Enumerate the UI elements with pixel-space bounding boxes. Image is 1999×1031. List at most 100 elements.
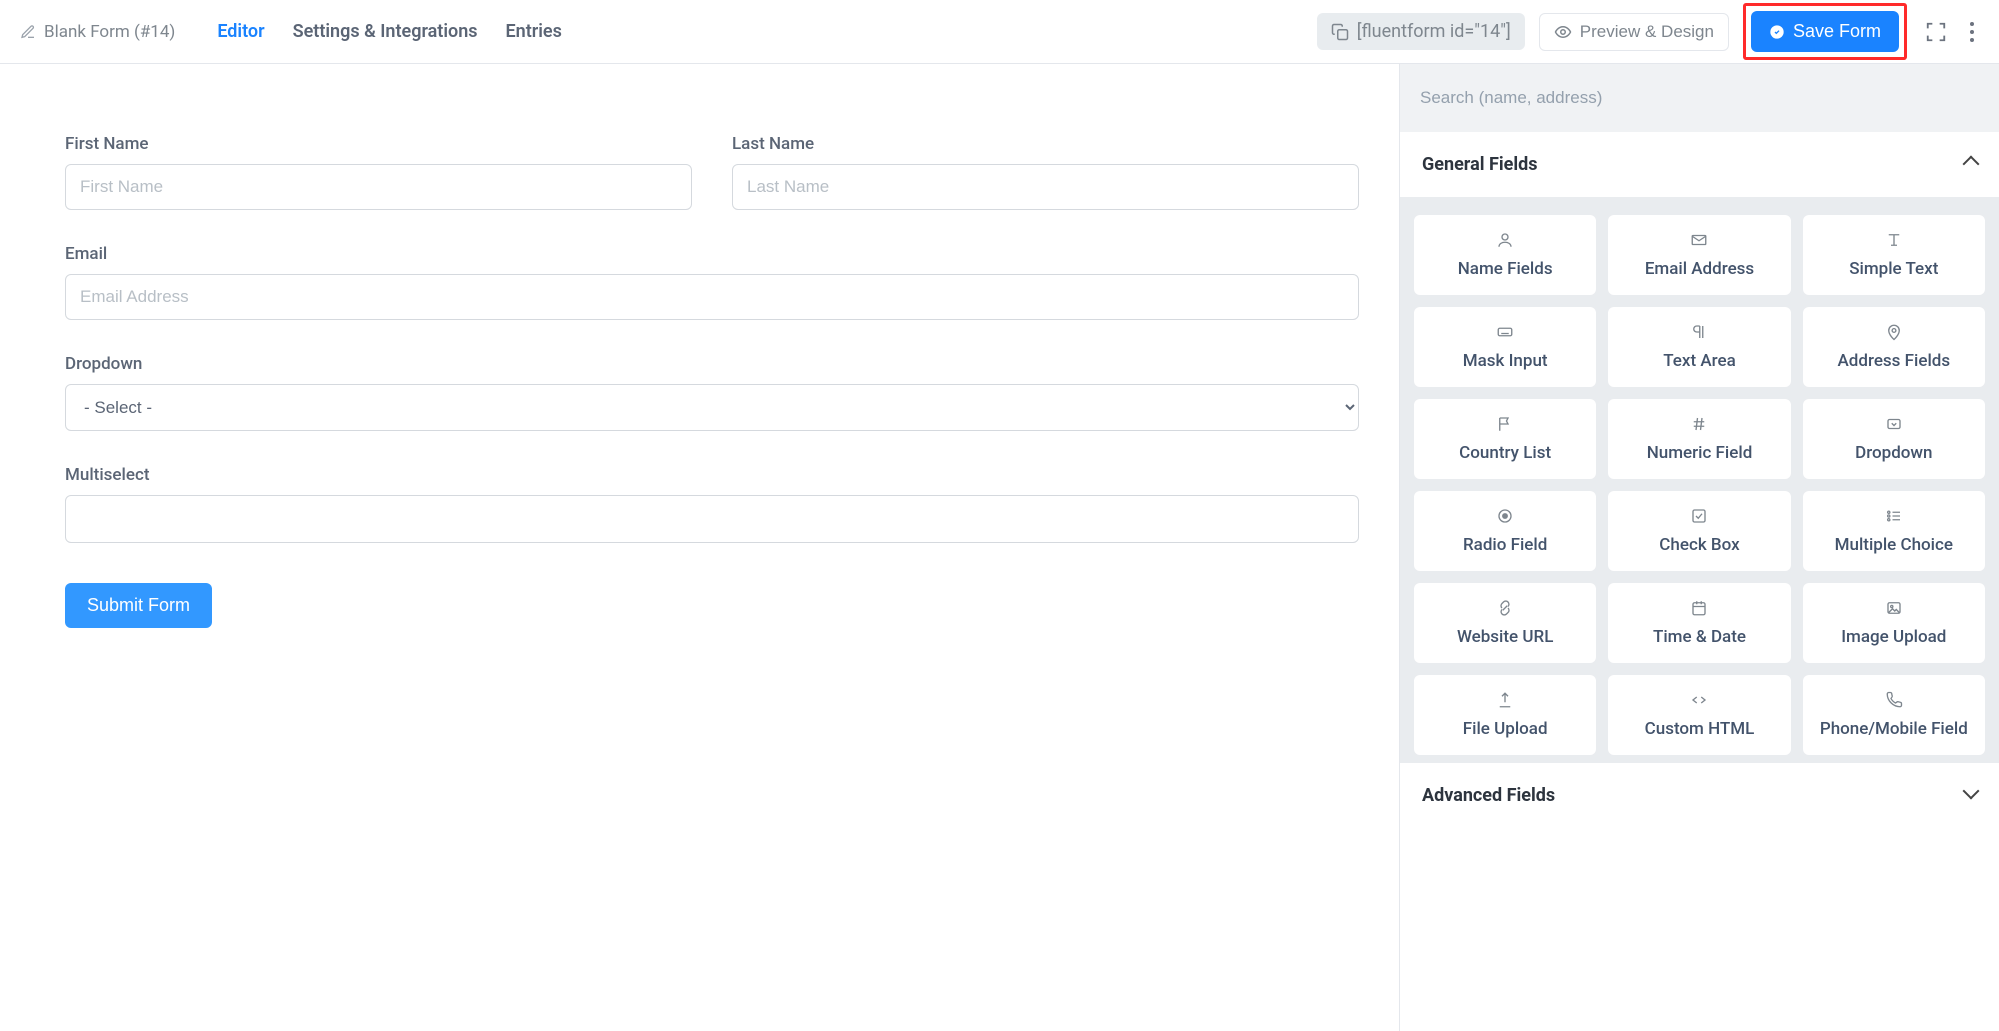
multiselect-input[interactable] bbox=[65, 495, 1359, 543]
name-row: First Name Last Name bbox=[65, 134, 1359, 210]
field-card-label: Phone/Mobile Field bbox=[1820, 719, 1968, 739]
flag-icon bbox=[1495, 415, 1515, 433]
last-name-input[interactable] bbox=[732, 164, 1359, 210]
multiselect-group: Multiselect bbox=[65, 465, 1359, 543]
field-card-time-date[interactable]: Time & Date bbox=[1608, 583, 1790, 663]
last-name-group: Last Name bbox=[732, 134, 1359, 210]
field-card-mask-input[interactable]: Mask Input bbox=[1414, 307, 1596, 387]
field-card-custom-html[interactable]: Custom HTML bbox=[1608, 675, 1790, 755]
hash-icon bbox=[1689, 415, 1709, 433]
save-form-button[interactable]: Save Form bbox=[1751, 11, 1899, 52]
advanced-fields-title: Advanced Fields bbox=[1422, 785, 1555, 806]
check-icon bbox=[1689, 507, 1709, 525]
field-card-label: Text Area bbox=[1663, 351, 1736, 371]
code-icon bbox=[1689, 691, 1709, 709]
email-label: Email bbox=[65, 244, 1359, 264]
submit-form-button[interactable]: Submit Form bbox=[65, 583, 212, 628]
field-card-label: Numeric Field bbox=[1647, 443, 1753, 463]
field-card-website-url[interactable]: Website URL bbox=[1414, 583, 1596, 663]
field-card-phone-mobile-field[interactable]: Phone/Mobile Field bbox=[1803, 675, 1985, 755]
field-card-name-fields[interactable]: Name Fields bbox=[1414, 215, 1596, 295]
field-card-label: Time & Date bbox=[1653, 627, 1746, 647]
field-card-label: Address Fields bbox=[1838, 351, 1951, 371]
fullscreen-button[interactable] bbox=[1921, 17, 1951, 47]
field-card-label: Dropdown bbox=[1855, 443, 1932, 463]
field-card-label: Image Upload bbox=[1841, 627, 1946, 647]
field-card-email-address[interactable]: Email Address bbox=[1608, 215, 1790, 295]
field-card-multiple-choice[interactable]: Multiple Choice bbox=[1803, 491, 1985, 571]
field-card-label: Radio Field bbox=[1463, 535, 1547, 555]
shortcode-box[interactable]: [fluentform id="14"] bbox=[1317, 13, 1525, 50]
email-input[interactable] bbox=[65, 274, 1359, 320]
save-label: Save Form bbox=[1793, 21, 1881, 42]
field-card-check-box[interactable]: Check Box bbox=[1608, 491, 1790, 571]
save-button-highlight: Save Form bbox=[1743, 3, 1907, 60]
field-card-radio-field[interactable]: Radio Field bbox=[1414, 491, 1596, 571]
field-card-label: Email Address bbox=[1645, 259, 1754, 279]
email-group: Email bbox=[65, 244, 1359, 320]
chevron-up-icon bbox=[1965, 154, 1977, 175]
sidebar-search-input[interactable] bbox=[1420, 82, 1979, 114]
shortcode-text: [fluentform id="14"] bbox=[1357, 21, 1511, 42]
tab-settings[interactable]: Settings & Integrations bbox=[293, 21, 478, 42]
field-card-label: Country List bbox=[1459, 443, 1551, 463]
field-card-country-list[interactable]: Country List bbox=[1414, 399, 1596, 479]
eye-icon bbox=[1554, 23, 1572, 41]
keyboard-icon bbox=[1495, 323, 1515, 341]
map-pin-icon bbox=[1884, 323, 1904, 341]
general-fields-body: Name Fields Email Address Simple Text Mask … bbox=[1400, 197, 1999, 763]
link-icon bbox=[1495, 599, 1515, 617]
phone-icon bbox=[1884, 691, 1904, 709]
upload-icon bbox=[1495, 691, 1515, 709]
general-fields-title: General Fields bbox=[1422, 154, 1537, 175]
field-card-address-fields[interactable]: Address Fields bbox=[1803, 307, 1985, 387]
field-grid: Name Fields Email Address Simple Text Mask … bbox=[1414, 215, 1985, 755]
more-menu-button[interactable] bbox=[1965, 17, 1979, 47]
field-card-dropdown[interactable]: Dropdown bbox=[1803, 399, 1985, 479]
general-fields-header[interactable]: General Fields bbox=[1400, 132, 1999, 197]
first-name-group: First Name bbox=[65, 134, 692, 210]
pencil-icon bbox=[20, 24, 36, 40]
text-icon bbox=[1884, 231, 1904, 249]
field-card-image-upload[interactable]: Image Upload bbox=[1803, 583, 1985, 663]
tab-entries[interactable]: Entries bbox=[506, 21, 562, 42]
fields-sidebar: General Fields Name Fields Email Address S… bbox=[1399, 64, 1999, 1031]
field-card-simple-text[interactable]: Simple Text bbox=[1803, 215, 1985, 295]
chevron-down-icon bbox=[1965, 785, 1977, 806]
caret-box-icon bbox=[1884, 415, 1904, 433]
top-bar-left: Blank Form (#14) Editor Settings & Integ… bbox=[20, 21, 562, 42]
last-name-label: Last Name bbox=[732, 134, 1359, 154]
first-name-input[interactable] bbox=[65, 164, 692, 210]
tab-editor[interactable]: Editor bbox=[217, 21, 264, 42]
field-card-file-upload[interactable]: File Upload bbox=[1414, 675, 1596, 755]
top-bar-right: [fluentform id="14"] Preview & Design Sa… bbox=[1317, 3, 1979, 60]
field-card-numeric-field[interactable]: Numeric Field bbox=[1608, 399, 1790, 479]
header-tabs: Editor Settings & Integrations Entries bbox=[217, 21, 562, 42]
multiselect-label: Multiselect bbox=[65, 465, 1359, 485]
field-card-text-area[interactable]: Text Area bbox=[1608, 307, 1790, 387]
form-title-group[interactable]: Blank Form (#14) bbox=[20, 22, 175, 42]
first-name-label: First Name bbox=[65, 134, 692, 154]
image-icon bbox=[1884, 599, 1904, 617]
field-card-label: Check Box bbox=[1659, 535, 1739, 555]
copy-icon bbox=[1331, 23, 1349, 41]
radio-icon bbox=[1495, 507, 1515, 525]
field-card-label: Mask Input bbox=[1463, 351, 1548, 371]
user-icon bbox=[1495, 231, 1515, 249]
main-area: First Name Last Name Email Dropdown - Se… bbox=[0, 64, 1999, 1031]
field-card-label: Multiple Choice bbox=[1835, 535, 1953, 555]
calendar-icon bbox=[1689, 599, 1709, 617]
preview-design-button[interactable]: Preview & Design bbox=[1539, 13, 1729, 51]
mail-icon bbox=[1689, 231, 1709, 249]
dropdown-select[interactable]: - Select - bbox=[65, 384, 1359, 431]
advanced-fields-header[interactable]: Advanced Fields bbox=[1400, 763, 1999, 828]
check-circle-icon bbox=[1769, 24, 1785, 40]
field-card-label: Name Fields bbox=[1458, 259, 1553, 279]
dropdown-group: Dropdown - Select - bbox=[65, 354, 1359, 431]
preview-label: Preview & Design bbox=[1580, 22, 1714, 42]
top-bar: Blank Form (#14) Editor Settings & Integ… bbox=[0, 0, 1999, 64]
dropdown-label: Dropdown bbox=[65, 354, 1359, 374]
form-canvas: First Name Last Name Email Dropdown - Se… bbox=[0, 64, 1399, 1031]
form-title-text: Blank Form (#14) bbox=[44, 22, 175, 42]
field-card-label: Website URL bbox=[1457, 627, 1553, 647]
